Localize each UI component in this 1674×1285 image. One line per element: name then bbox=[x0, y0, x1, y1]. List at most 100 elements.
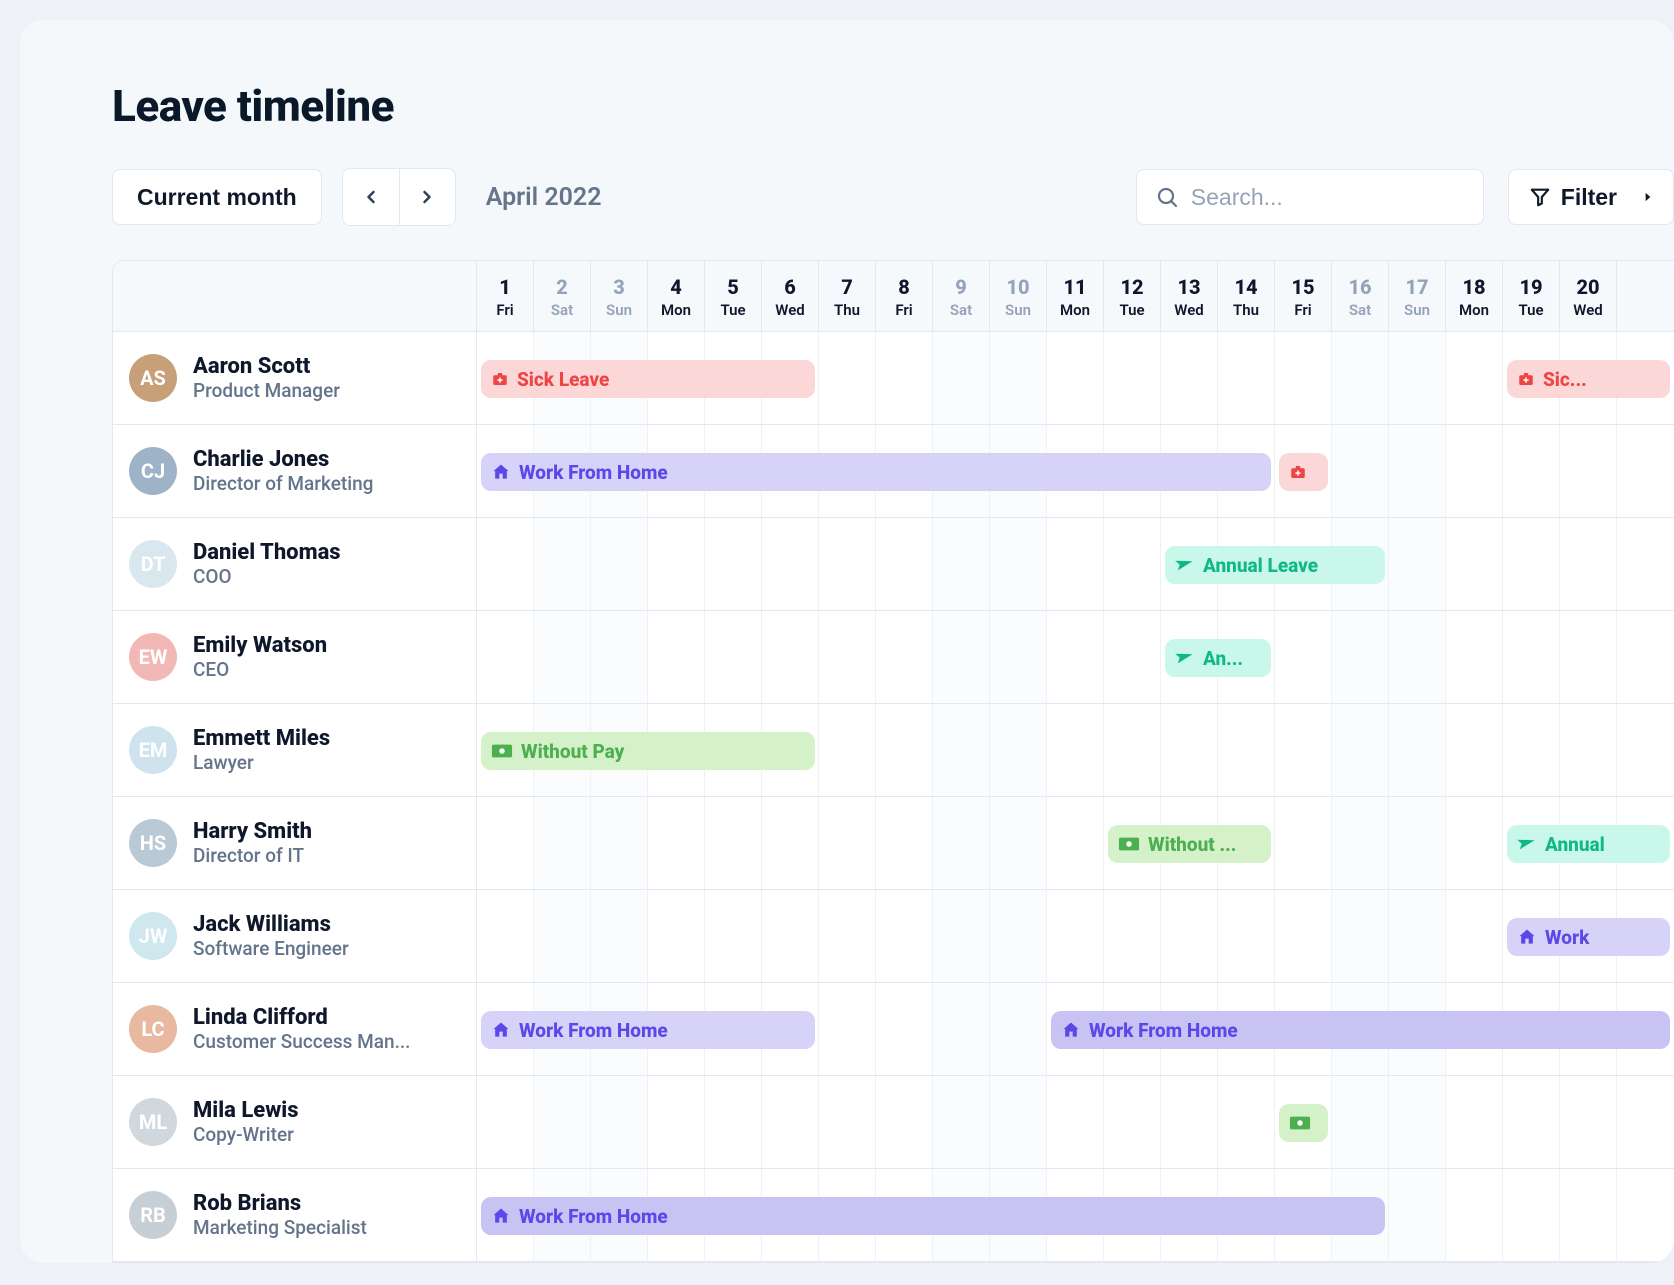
day-cell bbox=[1503, 1076, 1560, 1168]
day-cell bbox=[1161, 890, 1218, 982]
leave-bar[interactable]: Work From Home bbox=[481, 453, 1271, 491]
day-cell bbox=[477, 611, 534, 703]
day-header: 20Wed bbox=[1560, 261, 1617, 331]
day-cell bbox=[1332, 332, 1389, 424]
day-cell bbox=[477, 890, 534, 982]
timeline-row: ML Mila Lewis Copy-Writer bbox=[113, 1076, 1674, 1169]
day-cell bbox=[762, 797, 819, 889]
day-cell bbox=[1389, 704, 1446, 796]
employee-cell[interactable]: ML Mila Lewis Copy-Writer bbox=[113, 1076, 477, 1168]
day-cell bbox=[648, 611, 705, 703]
day-header: 12Tue bbox=[1104, 261, 1161, 331]
employee-name: Mila Lewis bbox=[193, 1098, 299, 1123]
day-cell bbox=[990, 890, 1047, 982]
search-input[interactable] bbox=[1191, 184, 1465, 211]
day-header: 3Sun bbox=[591, 261, 648, 331]
employee-cell[interactable]: DT Daniel Thomas COO bbox=[113, 518, 477, 610]
leave-bar[interactable]: Annual bbox=[1507, 825, 1670, 863]
day-number: 10 bbox=[990, 275, 1046, 299]
day-cell bbox=[762, 518, 819, 610]
month-nav bbox=[342, 168, 456, 226]
day-cell bbox=[1503, 425, 1560, 517]
row-days: Without Pay bbox=[477, 704, 1617, 796]
day-cell bbox=[1218, 704, 1275, 796]
day-number: 14 bbox=[1218, 275, 1274, 299]
cash-icon bbox=[1289, 1115, 1311, 1131]
employee-cell[interactable]: AS Aaron Scott Product Manager bbox=[113, 332, 477, 424]
day-cell bbox=[1047, 890, 1104, 982]
employee-cell[interactable]: HS Harry Smith Director of IT bbox=[113, 797, 477, 889]
day-cell bbox=[876, 890, 933, 982]
day-cell bbox=[1104, 890, 1161, 982]
leave-label: Sic... bbox=[1543, 368, 1587, 391]
leave-bar[interactable] bbox=[1279, 1104, 1328, 1142]
employee-cell[interactable]: EW Emily Watson CEO bbox=[113, 611, 477, 703]
filter-button[interactable]: Filter bbox=[1508, 169, 1674, 225]
day-cell bbox=[762, 890, 819, 982]
day-cell bbox=[819, 518, 876, 610]
leave-bar[interactable]: Work From Home bbox=[481, 1011, 815, 1049]
employee-role: Director of Marketing bbox=[193, 472, 373, 495]
day-cell bbox=[1389, 611, 1446, 703]
medkit-icon bbox=[1289, 463, 1307, 481]
leave-label: Sick Leave bbox=[517, 368, 609, 391]
prev-month-button[interactable] bbox=[343, 169, 399, 225]
day-cell bbox=[1503, 1169, 1560, 1261]
day-cell bbox=[534, 518, 591, 610]
day-cell bbox=[876, 797, 933, 889]
leave-bar[interactable]: Without Pay bbox=[481, 732, 815, 770]
day-name: Wed bbox=[762, 301, 818, 319]
day-name: Thu bbox=[1218, 301, 1274, 319]
leave-bar[interactable]: Sic... bbox=[1507, 360, 1670, 398]
leave-bar[interactable]: Work bbox=[1507, 918, 1670, 956]
employee-cell[interactable]: RB Rob Brians Marketing Specialist bbox=[113, 1169, 477, 1261]
day-name: Wed bbox=[1161, 301, 1217, 319]
leave-label: Work From Home bbox=[519, 461, 668, 484]
leave-label: Work bbox=[1545, 926, 1589, 949]
current-month-button[interactable]: Current month bbox=[112, 169, 322, 225]
employee-cell[interactable]: LC Linda Clifford Customer Success Man..… bbox=[113, 983, 477, 1075]
day-header: 7Thu bbox=[819, 261, 876, 331]
day-cell bbox=[534, 1076, 591, 1168]
row-days: Work From Home bbox=[477, 425, 1617, 517]
search-box[interactable] bbox=[1136, 169, 1484, 225]
leave-bar[interactable]: Annual Leave bbox=[1165, 546, 1385, 584]
page-title: Leave timeline bbox=[112, 80, 1674, 132]
leave-bar[interactable]: Work From Home bbox=[1051, 1011, 1670, 1049]
row-days: Work bbox=[477, 890, 1617, 982]
employee-cell[interactable]: JW Jack Williams Software Engineer bbox=[113, 890, 477, 982]
leave-bar[interactable]: Work From Home bbox=[481, 1197, 1385, 1235]
day-cell bbox=[1275, 890, 1332, 982]
employee-info: Aaron Scott Product Manager bbox=[193, 354, 340, 402]
leave-bar[interactable]: An... bbox=[1165, 639, 1271, 677]
employee-role: CEO bbox=[193, 658, 327, 681]
leave-bar[interactable] bbox=[1279, 453, 1328, 491]
employee-info: Emily Watson CEO bbox=[193, 633, 327, 681]
chevron-right-icon bbox=[1641, 190, 1655, 204]
row-days: Annual Leave bbox=[477, 518, 1617, 610]
employee-cell[interactable]: EM Emmett Miles Lawyer bbox=[113, 704, 477, 796]
employee-cell[interactable]: CJ Charlie Jones Director of Marketing bbox=[113, 425, 477, 517]
cash-icon bbox=[491, 743, 513, 759]
home-icon bbox=[491, 462, 511, 482]
day-cell bbox=[1104, 704, 1161, 796]
employee-role: Product Manager bbox=[193, 379, 340, 402]
leave-bar[interactable]: Without ... bbox=[1108, 825, 1271, 863]
day-cell bbox=[705, 890, 762, 982]
day-cell bbox=[990, 1076, 1047, 1168]
row-days: Without ...Annual bbox=[477, 797, 1617, 889]
timeline-row: RB Rob Brians Marketing Specialist Work … bbox=[113, 1169, 1674, 1262]
day-cell bbox=[1332, 797, 1389, 889]
chevron-left-icon bbox=[361, 187, 381, 207]
day-name: Fri bbox=[876, 301, 932, 319]
day-name: Sun bbox=[591, 301, 647, 319]
employee-role: Customer Success Man... bbox=[193, 1030, 410, 1053]
day-cell bbox=[1104, 332, 1161, 424]
day-cell bbox=[591, 1076, 648, 1168]
day-header: 15Fri bbox=[1275, 261, 1332, 331]
day-number: 9 bbox=[933, 275, 989, 299]
next-month-button[interactable] bbox=[399, 169, 455, 225]
day-cell bbox=[1047, 1076, 1104, 1168]
day-name: Mon bbox=[648, 301, 704, 319]
leave-bar[interactable]: Sick Leave bbox=[481, 360, 815, 398]
